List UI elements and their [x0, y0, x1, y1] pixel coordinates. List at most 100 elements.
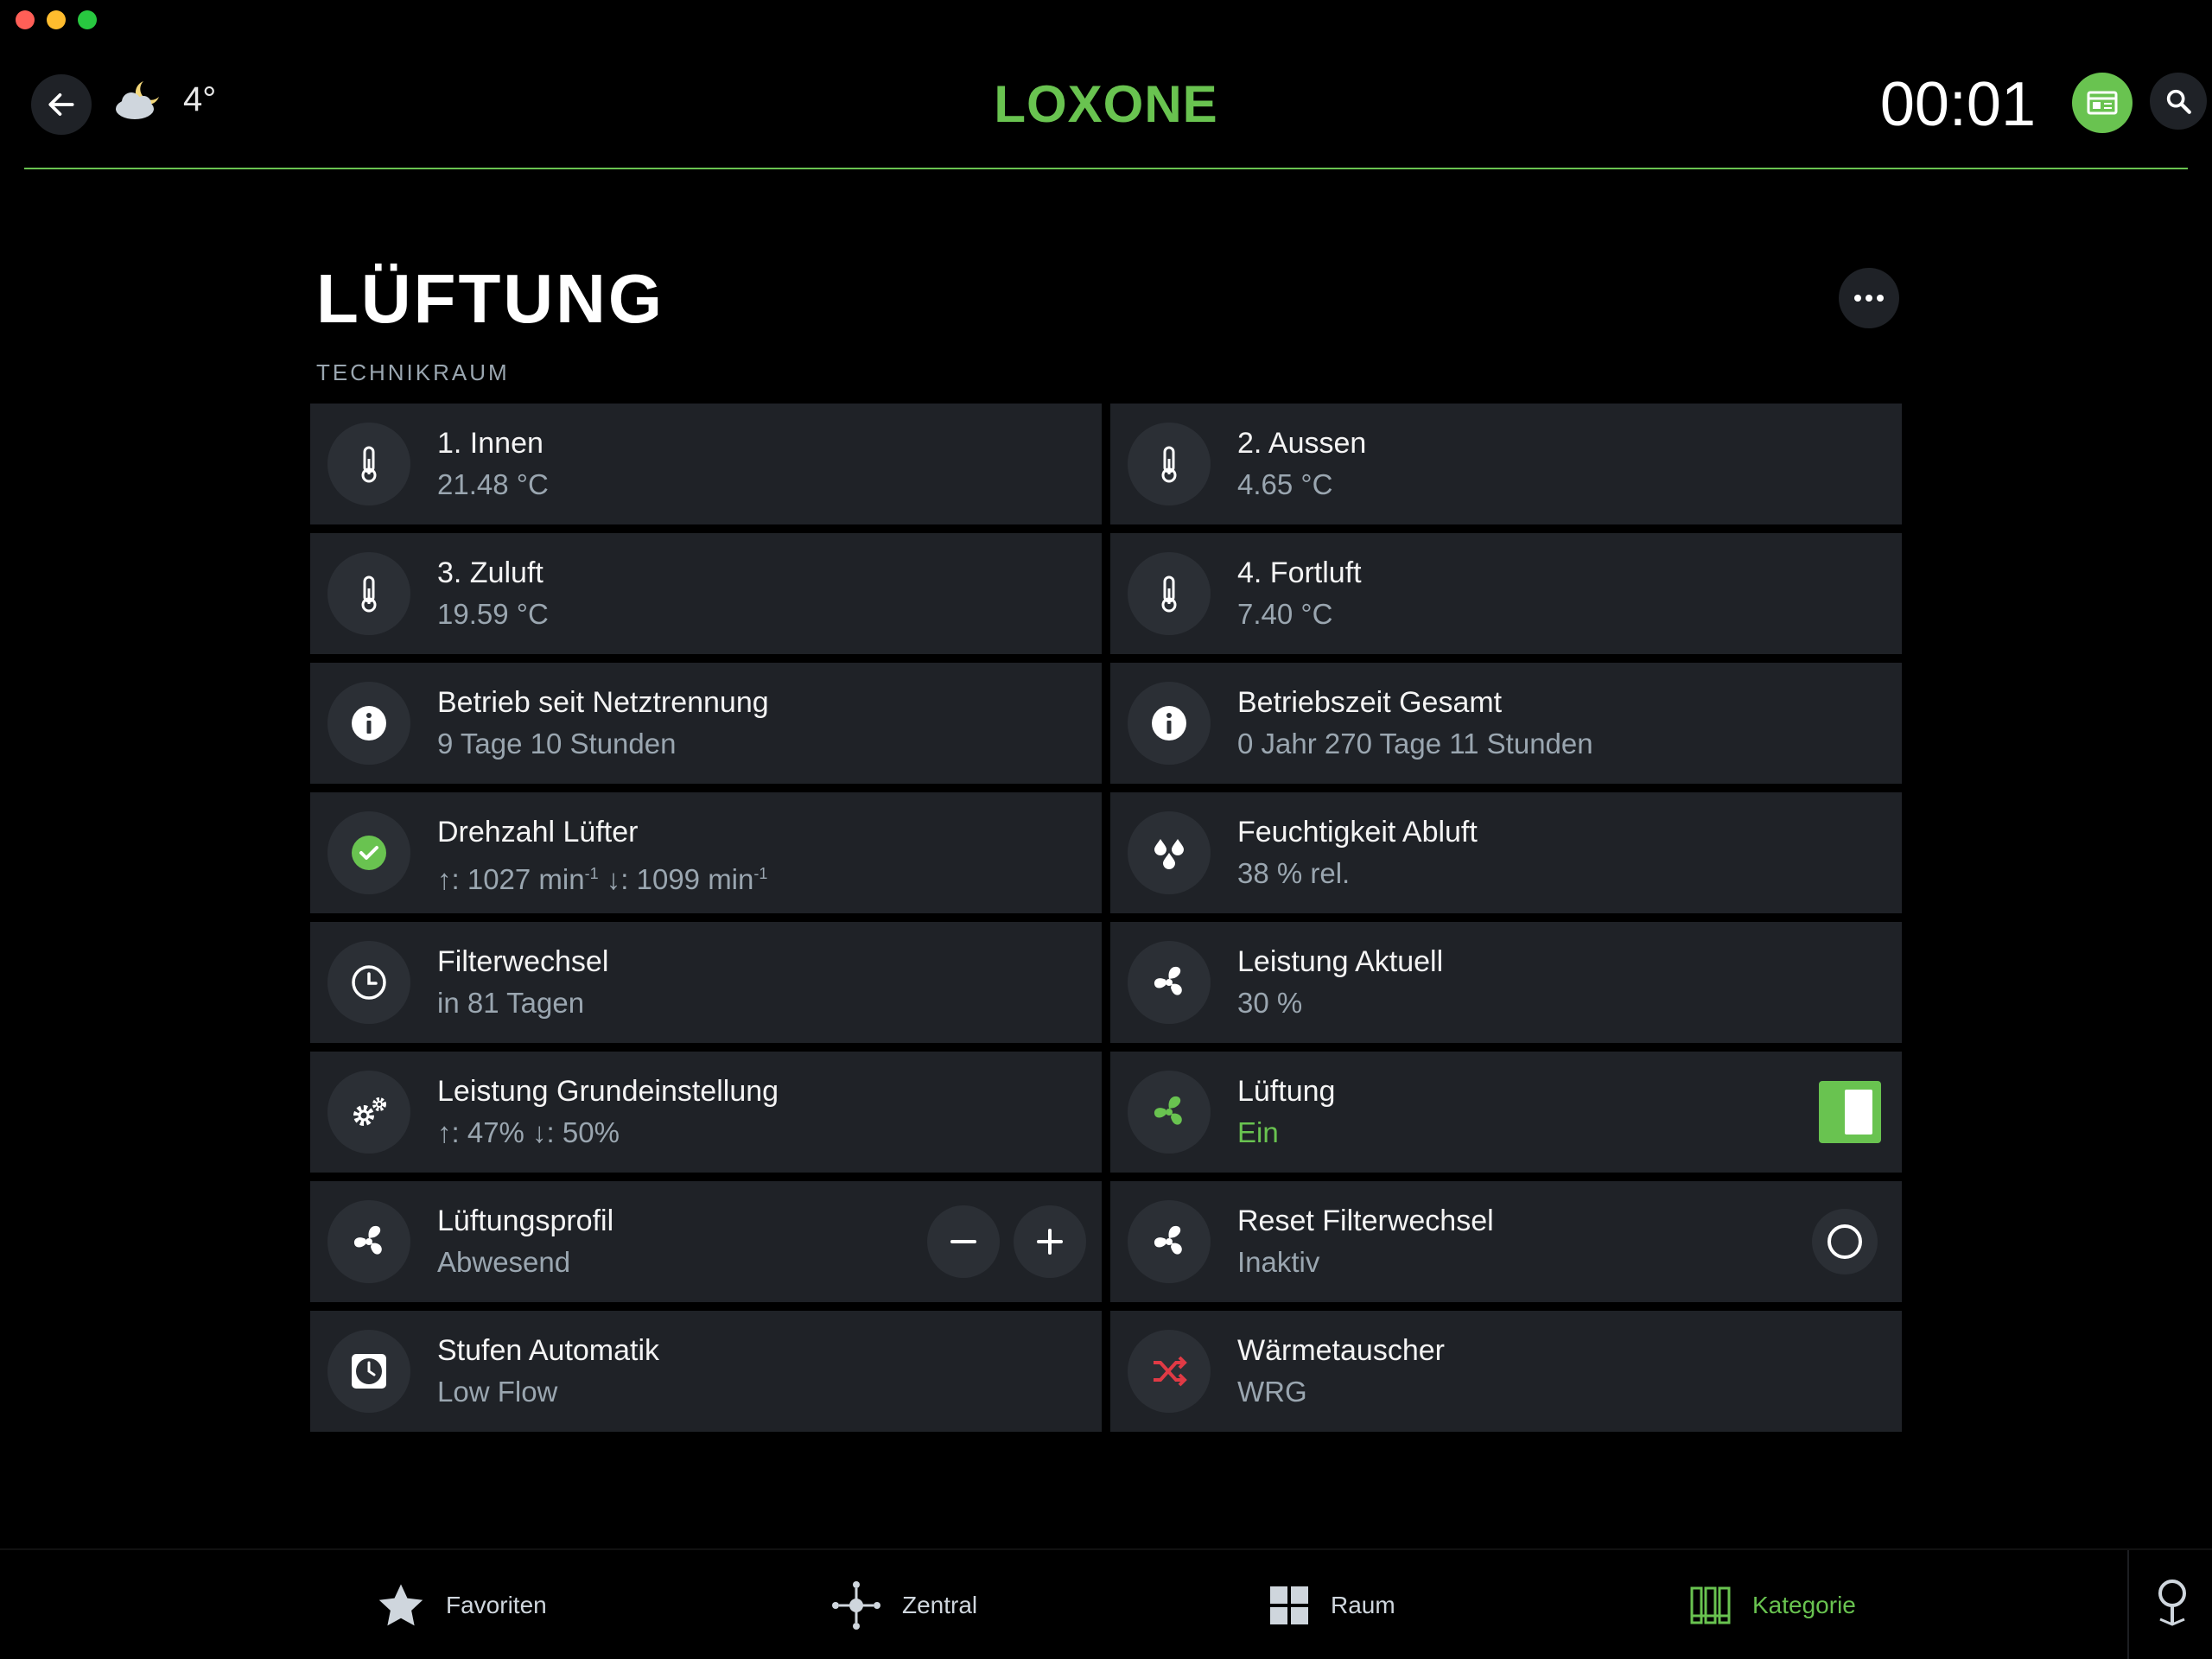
- news-icon: [2087, 91, 2118, 115]
- card-value: ↑: 1027 min-1 ↓: 1099 min-1: [437, 851, 767, 902]
- reset-pushbutton[interactable]: [1812, 1209, 1878, 1274]
- controls-grid: 1. Innen 21.48 °C 2. Aussen 4.65 °C 3. Z…: [310, 404, 1902, 1432]
- increase-button[interactable]: [1014, 1205, 1086, 1278]
- card-value: Ein: [1237, 1116, 1279, 1148]
- more-options-button[interactable]: [1839, 268, 1899, 328]
- plus-icon: [1037, 1229, 1063, 1255]
- fan-speed-up: ↑: 1027 min: [437, 863, 585, 895]
- tab-kategorie[interactable]: Kategorie: [1690, 1550, 1856, 1659]
- fan-icon: [1128, 1200, 1211, 1283]
- card-text: 2. Aussen 4.65 °C: [1237, 424, 1366, 507]
- card-lueftungsprofil[interactable]: Lüftungsprofil Abwesend: [310, 1181, 1102, 1302]
- location-button[interactable]: [2152, 1576, 2193, 1636]
- info-icon: [1128, 682, 1211, 765]
- cloudy-night-icon: [116, 81, 159, 119]
- tab-zentral[interactable]: Zentral: [831, 1550, 977, 1659]
- fan-icon: [1128, 1071, 1211, 1154]
- weather-widget[interactable]: 4°: [112, 76, 216, 123]
- card-waermetauscher[interactable]: Wärmetauscher WRG: [1110, 1311, 1902, 1432]
- card-title: Drehzahl Lüfter: [437, 816, 639, 849]
- card-text: Reset Filterwechsel Inaktiv: [1237, 1202, 1494, 1285]
- window-close-button[interactable]: [16, 10, 35, 29]
- info-icon: [327, 682, 410, 765]
- card-leistung-aktuell[interactable]: Leistung Aktuell 30 %: [1110, 922, 1902, 1043]
- card-text: Feuchtigkeit Abluft 38 % rel.: [1237, 813, 1478, 896]
- thermometer-icon: [1128, 552, 1211, 635]
- card-value: 30 %: [1237, 987, 1303, 1019]
- card-title: Leistung Aktuell: [1237, 945, 1444, 978]
- unit-exponent: -1: [584, 865, 599, 882]
- card-text: Wärmetauscher WRG: [1237, 1332, 1445, 1414]
- bottom-tab-bar: Favoriten Zentral Raum Kategorie: [0, 1548, 2212, 1659]
- card-value: in 81 Tagen: [437, 987, 585, 1019]
- card-title: Filterwechsel: [437, 945, 609, 978]
- card-feuchtigkeit-abluft[interactable]: Feuchtigkeit Abluft 38 % rel.: [1110, 792, 1902, 913]
- card-zuluft[interactable]: 3. Zuluft 19.59 °C: [310, 533, 1102, 654]
- card-leistung-grundeinstellung[interactable]: Leistung Grundeinstellung ↑: 47% ↓: 50%: [310, 1052, 1102, 1173]
- card-text: Lüftungsprofil Abwesend: [437, 1202, 613, 1285]
- search-button[interactable]: [2150, 73, 2207, 130]
- category-icon: [1690, 1586, 1731, 1624]
- card-innen[interactable]: 1. Innen 21.48 °C: [310, 404, 1102, 524]
- card-drehzahl-luefter[interactable]: Drehzahl Lüfter ↑: 1027 min-1 ↓: 1099 mi…: [310, 792, 1102, 913]
- back-button[interactable]: [31, 74, 92, 135]
- ellipsis-icon: [1854, 295, 1884, 302]
- card-text: Drehzahl Lüfter ↑: 1027 min-1 ↓: 1099 mi…: [437, 813, 767, 902]
- clock: 00:01: [1879, 70, 2036, 139]
- card-filterwechsel[interactable]: Filterwechsel in 81 Tagen: [310, 922, 1102, 1043]
- tab-label: Kategorie: [1752, 1592, 1856, 1618]
- search-icon: [2166, 89, 2191, 114]
- card-text: 3. Zuluft 19.59 °C: [437, 554, 549, 637]
- card-title: 4. Fortluft: [1237, 556, 1362, 589]
- toggle-knob: [1845, 1090, 1872, 1135]
- card-lueftung[interactable]: Lüftung Ein: [1110, 1052, 1902, 1173]
- arrow-left-icon: [48, 93, 74, 116]
- card-title: Wärmetauscher: [1237, 1334, 1445, 1367]
- brand-logo: LOXONE: [994, 75, 1218, 133]
- window-maximize-button[interactable]: [78, 10, 97, 29]
- card-value: 19.59 °C: [437, 598, 549, 630]
- fan-icon: [327, 1200, 410, 1283]
- card-text: Betriebszeit Gesamt 0 Jahr 270 Tage 11 S…: [1237, 683, 1593, 766]
- card-title: 2. Aussen: [1237, 427, 1367, 460]
- gears-icon: [327, 1071, 410, 1154]
- grid-icon: [1270, 1586, 1308, 1624]
- card-text: 1. Innen 21.48 °C: [437, 424, 549, 507]
- decrease-button[interactable]: [927, 1205, 1000, 1278]
- notifications-button[interactable]: [2072, 73, 2133, 133]
- lueftung-toggle[interactable]: [1819, 1081, 1881, 1143]
- tab-divider: [2127, 1550, 2129, 1659]
- tab-label: Favoriten: [446, 1592, 547, 1618]
- card-title: Feuchtigkeit Abluft: [1237, 816, 1478, 849]
- card-betriebszeit-gesamt[interactable]: Betriebszeit Gesamt 0 Jahr 270 Tage 11 S…: [1110, 663, 1902, 784]
- card-value: WRG: [1237, 1376, 1307, 1408]
- circle-icon: [1827, 1224, 1862, 1259]
- tab-label: Zentral: [902, 1592, 978, 1618]
- card-reset-filterwechsel[interactable]: Reset Filterwechsel Inaktiv: [1110, 1181, 1902, 1302]
- shuffle-icon: [1128, 1330, 1211, 1413]
- card-fortluft[interactable]: 4. Fortluft 7.40 °C: [1110, 533, 1902, 654]
- card-stufen-automatik[interactable]: Stufen Automatik Low Flow: [310, 1311, 1102, 1432]
- thermometer-icon: [327, 552, 410, 635]
- card-text: Filterwechsel in 81 Tagen: [437, 943, 608, 1026]
- card-value: 7.40 °C: [1237, 598, 1333, 630]
- thermometer-icon: [327, 423, 410, 505]
- card-text: Leistung Aktuell 30 %: [1237, 943, 1443, 1026]
- tab-raum[interactable]: Raum: [1268, 1550, 1395, 1659]
- page-subtitle: TECHNIKRAUM: [316, 359, 510, 385]
- star-icon: [378, 1584, 423, 1626]
- thermometer-icon: [1128, 423, 1211, 505]
- weather-temperature: 4°: [183, 79, 217, 118]
- fan-icon: [1128, 941, 1211, 1024]
- droplets-icon: [1128, 811, 1211, 894]
- card-text: 4. Fortluft 7.40 °C: [1237, 554, 1362, 637]
- card-betrieb-seit-netztrennung[interactable]: Betrieb seit Netztrennung 9 Tage 10 Stun…: [310, 663, 1102, 784]
- card-value: Inaktiv: [1237, 1246, 1320, 1278]
- card-text: Leistung Grundeinstellung ↑: 47% ↓: 50%: [437, 1072, 779, 1155]
- fan-speed-down: ↓: 1099 min: [598, 863, 754, 895]
- card-title: Betriebszeit Gesamt: [1237, 686, 1503, 719]
- pin-icon: [2158, 1580, 2186, 1626]
- window-minimize-button[interactable]: [47, 10, 66, 29]
- card-aussen[interactable]: 2. Aussen 4.65 °C: [1110, 404, 1902, 524]
- tab-favoriten[interactable]: Favoriten: [377, 1550, 547, 1659]
